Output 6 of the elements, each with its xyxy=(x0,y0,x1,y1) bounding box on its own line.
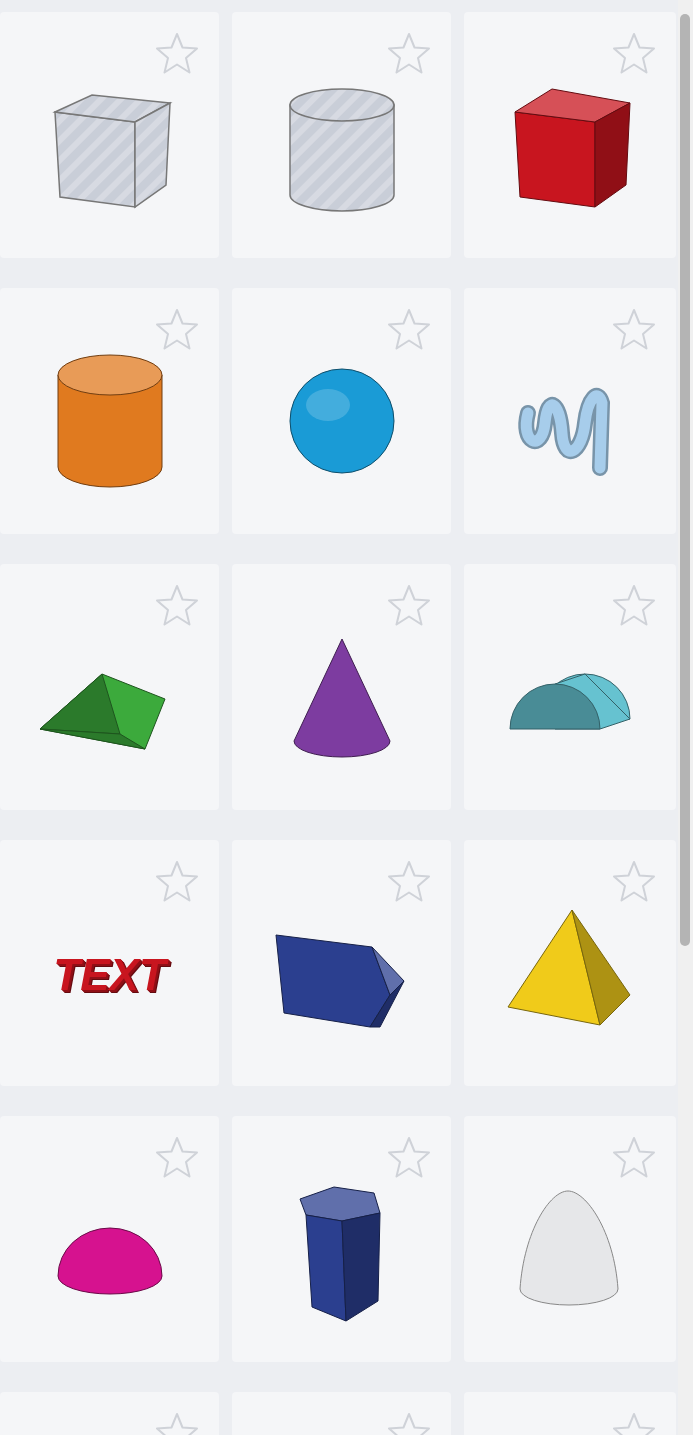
shape-card[interactable]: TEXT xyxy=(0,840,219,1086)
shape-card[interactable] xyxy=(232,840,451,1086)
shape-card[interactable] xyxy=(464,12,676,258)
scrollbar-thumb[interactable] xyxy=(680,14,690,946)
shape-card[interactable] xyxy=(232,564,451,810)
shape-card[interactable] xyxy=(232,1116,451,1362)
